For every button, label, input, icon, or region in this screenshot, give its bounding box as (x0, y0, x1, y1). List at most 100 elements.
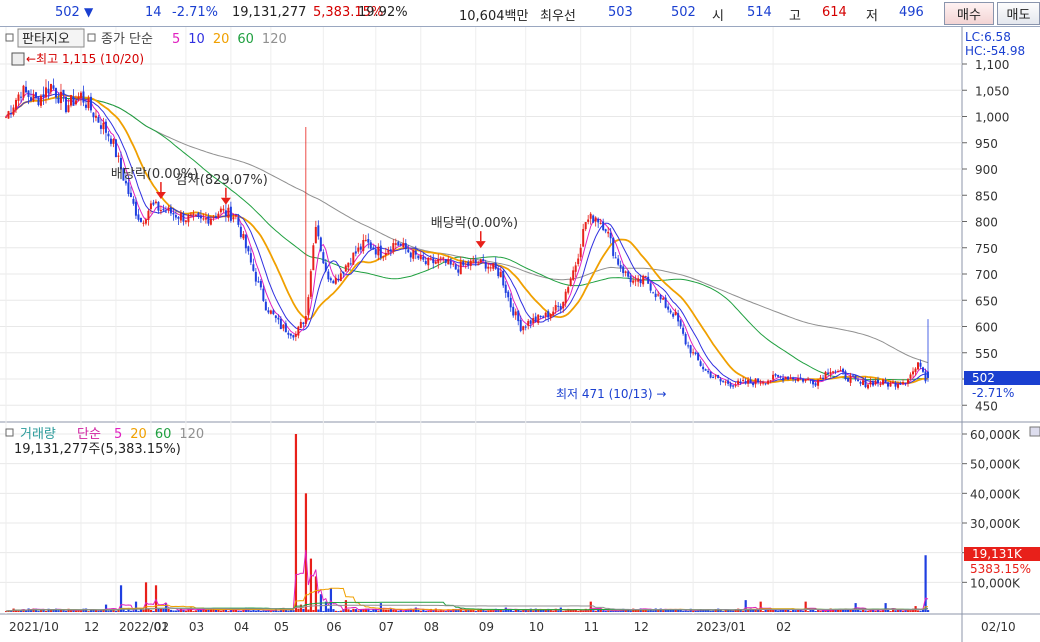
volume-bar (147, 608, 150, 612)
candle-body (494, 262, 497, 269)
volume-bar (889, 611, 892, 612)
candle-body (624, 271, 627, 273)
candle-body (152, 202, 155, 205)
current-change-tag: -2.71% (972, 386, 1014, 400)
candle-body (872, 382, 875, 386)
candle-body (94, 115, 97, 118)
candle-body (162, 208, 165, 211)
volume-bar (874, 610, 877, 612)
volume-bar (894, 610, 897, 612)
candle-body (662, 298, 665, 300)
candle-body (242, 233, 245, 239)
low-price: 496 (899, 5, 924, 20)
candle-body (309, 271, 312, 297)
volume-bar (84, 608, 88, 612)
candle-body (712, 376, 715, 378)
candle-body (584, 222, 587, 230)
volume-bar (804, 601, 807, 612)
volume-bar (219, 610, 223, 612)
candle-body (587, 219, 590, 222)
candle-body (582, 229, 585, 247)
calendar-icon[interactable] (11, 52, 25, 66)
candle-body (334, 277, 337, 284)
volume-bar (789, 610, 792, 612)
candle-body (239, 226, 242, 238)
candle-body (49, 83, 52, 92)
candle-body (889, 382, 892, 387)
candle-body (389, 249, 392, 252)
candle-body (812, 380, 815, 385)
volume-bar (184, 610, 188, 612)
panel-resize-icon[interactable] (1029, 426, 1040, 437)
candle-body (592, 215, 595, 223)
price-change: 14 (145, 5, 162, 20)
candle-body (924, 371, 927, 382)
candle-body (469, 260, 472, 266)
volume-bar (382, 609, 385, 612)
price-tick-label: 750 (975, 242, 998, 256)
volume-bar (97, 610, 100, 612)
volume-bar (684, 610, 687, 612)
candle-body (414, 250, 417, 255)
candle-body (627, 271, 630, 277)
volume-legend-prefix: 단순 (77, 427, 101, 442)
volume-bar (369, 610, 373, 612)
candle-body (674, 311, 677, 316)
x-tick-label: 07 (379, 620, 394, 634)
candle-body (922, 367, 925, 372)
volume-bar (262, 610, 265, 612)
current-price: 502 (55, 5, 80, 20)
ma-legend-prefix: 종가 단순 (101, 32, 153, 47)
volume-bar (582, 610, 585, 612)
candle-body (579, 247, 582, 258)
volume-bar (159, 608, 163, 612)
candle-body (82, 91, 85, 103)
sell-button[interactable]: 매도 (997, 2, 1040, 25)
best-bid-1: 503 (608, 5, 633, 20)
volume-tick-label: 10,000K (970, 576, 1021, 590)
candle-body (852, 375, 855, 377)
candle-body (527, 321, 530, 326)
volume-bar (352, 608, 355, 612)
candle-body (299, 321, 302, 328)
volume-bar (397, 610, 400, 612)
volume-bar (74, 610, 78, 612)
price-tick-label: 550 (975, 347, 998, 361)
candle-body (209, 218, 212, 225)
candle-body (769, 380, 772, 382)
candle-body (907, 379, 910, 384)
x-tick-label: 11 (584, 620, 599, 634)
candle-body (157, 201, 160, 211)
candle-body (284, 323, 287, 333)
candle-body (767, 380, 770, 384)
candle-body (567, 287, 570, 293)
candle-body (329, 278, 332, 281)
candle-body (102, 122, 105, 130)
candle-body (867, 384, 870, 389)
candle-body (24, 86, 27, 93)
buy-button[interactable]: 매수 (944, 2, 994, 25)
ma-checkbox[interactable] (87, 33, 96, 42)
volume-bar (122, 609, 125, 612)
candle-body (84, 104, 87, 108)
candle-body (164, 211, 167, 213)
volume-bar (167, 609, 170, 612)
candle-body (412, 250, 415, 259)
candle-body (822, 377, 825, 380)
volume-checkbox[interactable] (5, 428, 14, 437)
volume-bar (114, 610, 118, 612)
x-tick-label: 02 (776, 620, 791, 634)
volume-bar (589, 601, 592, 612)
volume-bar (384, 609, 387, 612)
candle-body (484, 261, 487, 269)
volume-bar (427, 610, 430, 612)
candle-body (14, 99, 17, 110)
x-tick-label: 04 (234, 620, 249, 634)
candle-body (427, 257, 430, 266)
candle-body (529, 320, 532, 324)
panel-checkbox[interactable] (5, 33, 14, 42)
volume-bar (157, 608, 160, 612)
candle-body (247, 246, 250, 252)
candle-body (279, 318, 282, 330)
volume-ma-legend-5: 5 (114, 427, 122, 442)
